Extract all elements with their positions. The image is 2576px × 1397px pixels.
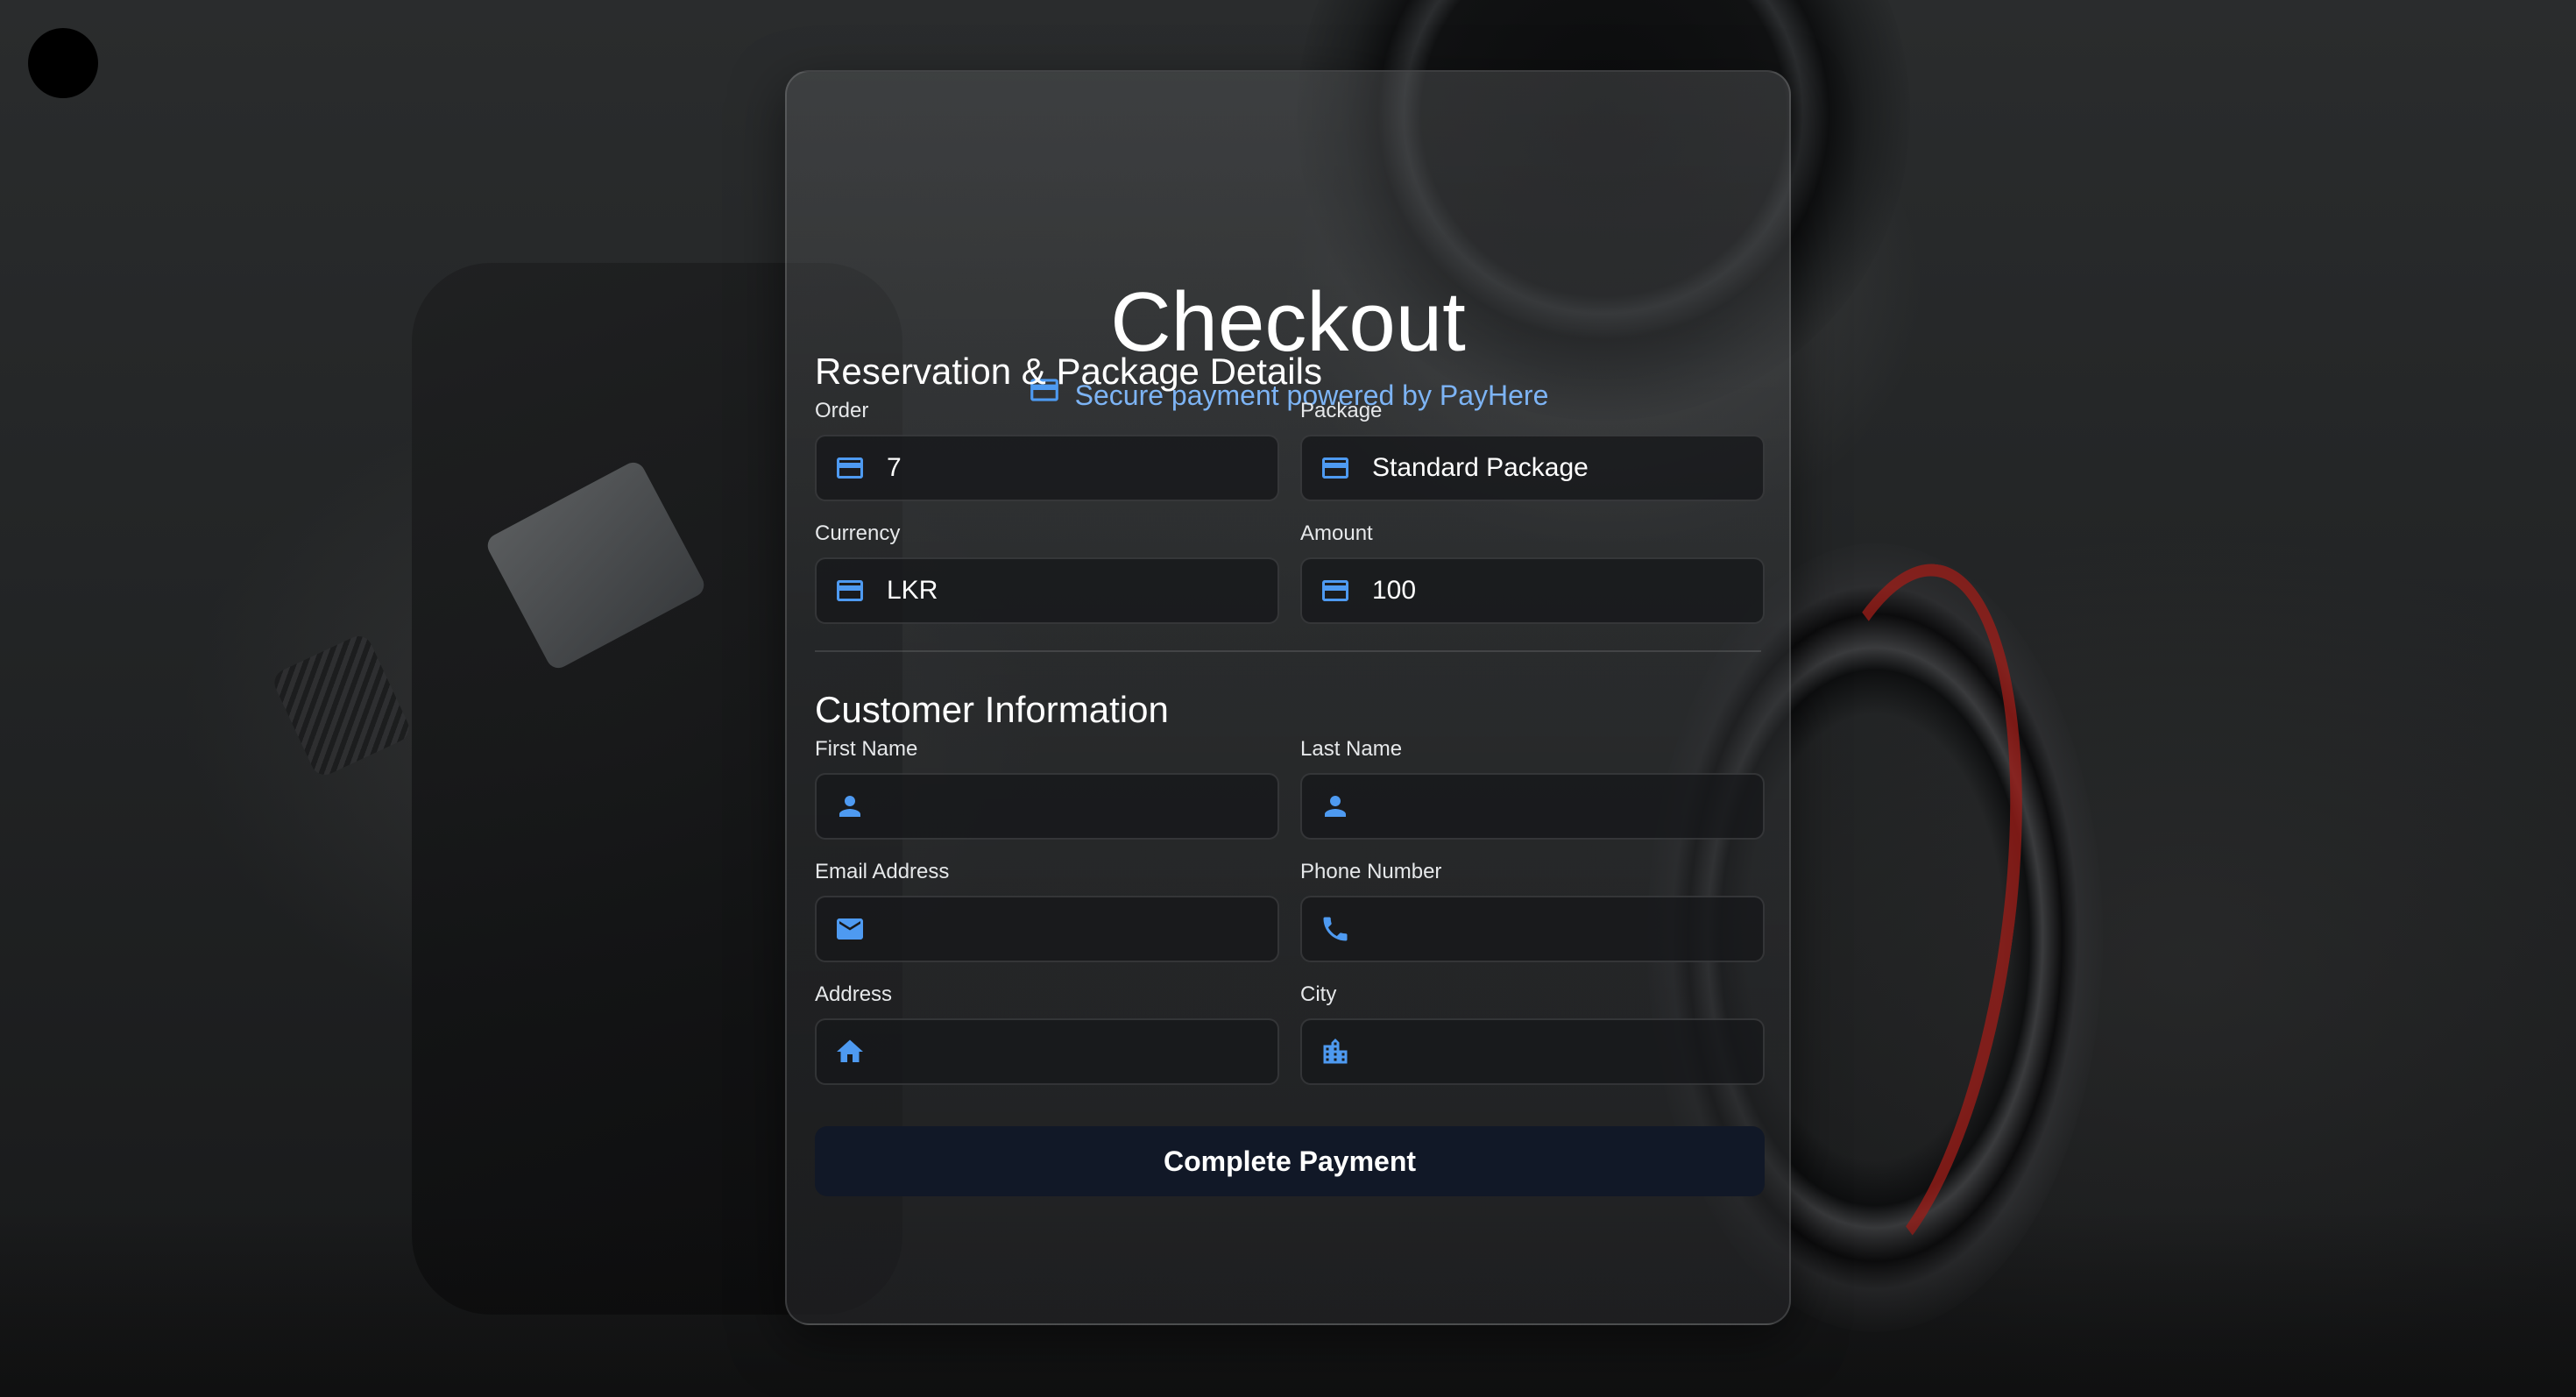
email-label: Email Address — [815, 860, 950, 883]
order-input[interactable] — [887, 453, 1255, 483]
amount-input[interactable] — [1372, 576, 1740, 606]
background-camera-strap — [270, 631, 414, 780]
amount-field[interactable] — [1300, 557, 1765, 624]
first-name-label: First Name — [815, 737, 918, 761]
mail-icon — [832, 911, 867, 947]
first-name-field[interactable] — [815, 773, 1279, 840]
last-name-label: Last Name — [1300, 737, 1403, 761]
home-icon — [832, 1034, 867, 1069]
credit-card-icon — [832, 450, 867, 486]
phone-input[interactable] — [1372, 914, 1740, 944]
phone-label: Phone Number — [1300, 860, 1442, 883]
first-name-input[interactable] — [887, 791, 1255, 821]
city-input[interactable] — [1372, 1037, 1740, 1067]
person-icon — [832, 789, 867, 824]
city-field[interactable] — [1300, 1018, 1765, 1085]
address-input[interactable] — [887, 1037, 1255, 1067]
last-name-field[interactable] — [1300, 773, 1765, 840]
city-label: City — [1300, 982, 1337, 1006]
package-field[interactable] — [1300, 435, 1765, 501]
person-icon — [1318, 789, 1353, 824]
background-camera-display — [483, 458, 709, 672]
package-input[interactable] — [1372, 453, 1740, 483]
customer-section-title: Customer Information — [815, 689, 1169, 730]
page-background: Checkout Secure payment powered by PayHe… — [0, 0, 2576, 1397]
email-field[interactable] — [815, 896, 1279, 962]
checkout-card: Checkout Secure payment powered by PayHe… — [785, 70, 1791, 1325]
corner-dot — [28, 28, 98, 98]
address-field[interactable] — [815, 1018, 1279, 1085]
email-input[interactable] — [887, 914, 1255, 944]
address-label: Address — [815, 982, 893, 1006]
phone-field[interactable] — [1300, 896, 1765, 962]
currency-field[interactable] — [815, 557, 1279, 624]
reservation-section-title: Reservation & Package Details — [815, 351, 1322, 392]
currency-label: Currency — [815, 521, 901, 545]
currency-input[interactable] — [887, 576, 1255, 606]
order-label: Order — [815, 399, 869, 422]
section-divider — [815, 650, 1761, 652]
complete-payment-button[interactable]: Complete Payment — [815, 1126, 1765, 1196]
last-name-input[interactable] — [1372, 791, 1740, 821]
order-field[interactable] — [815, 435, 1279, 501]
credit-card-icon — [832, 573, 867, 608]
credit-card-icon — [1318, 450, 1353, 486]
city-icon — [1318, 1034, 1353, 1069]
credit-card-icon — [1318, 573, 1353, 608]
phone-icon — [1318, 911, 1353, 947]
amount-label: Amount — [1300, 521, 1373, 545]
package-label: Package — [1300, 399, 1383, 422]
